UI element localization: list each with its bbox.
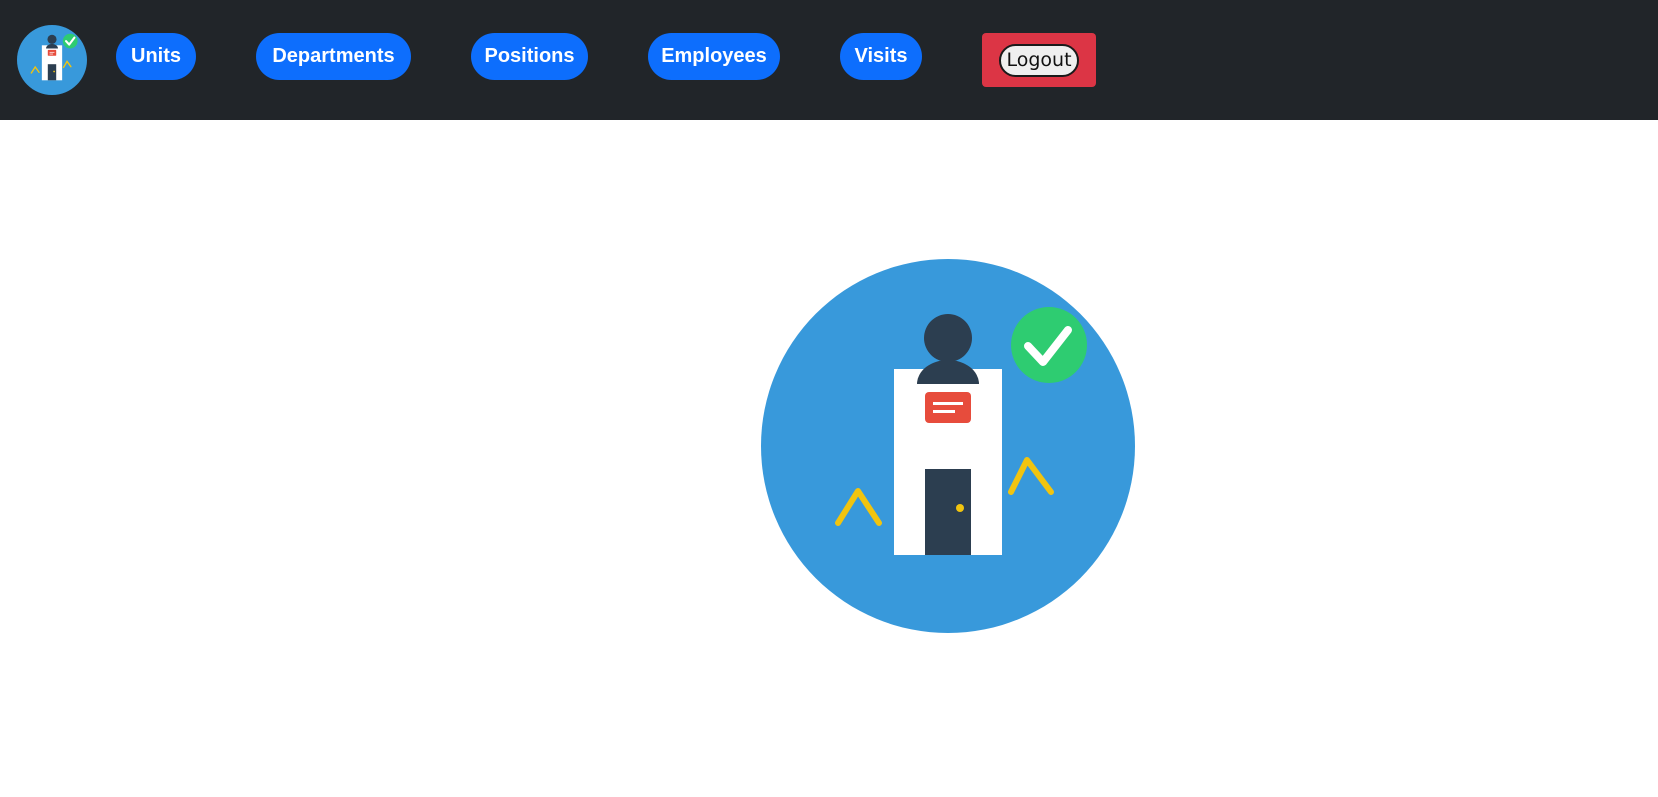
nav-positions-button[interactable]: Positions bbox=[471, 33, 588, 80]
person-head-icon bbox=[924, 314, 972, 362]
badge-line-1 bbox=[933, 402, 963, 405]
door-knob-icon bbox=[956, 504, 964, 512]
app-logo-icon[interactable] bbox=[17, 25, 87, 95]
logout-button[interactable]: Logout bbox=[999, 43, 1079, 77]
nav-employees-button[interactable]: Employees bbox=[648, 33, 780, 80]
visitor-check-in-illustration-icon bbox=[761, 259, 1135, 633]
door-icon bbox=[925, 469, 971, 555]
logout-container: Logout bbox=[982, 33, 1096, 87]
top-navbar: Units Departments Positions Employees Vi… bbox=[0, 0, 1658, 120]
badge-line-2 bbox=[933, 410, 955, 413]
nav-visits-button[interactable]: Visits bbox=[840, 33, 922, 80]
id-badge-icon bbox=[925, 392, 971, 423]
nav-units-button[interactable]: Units bbox=[116, 33, 196, 80]
check-badge-icon bbox=[1011, 307, 1087, 383]
nav-departments-button[interactable]: Departments bbox=[256, 33, 411, 80]
